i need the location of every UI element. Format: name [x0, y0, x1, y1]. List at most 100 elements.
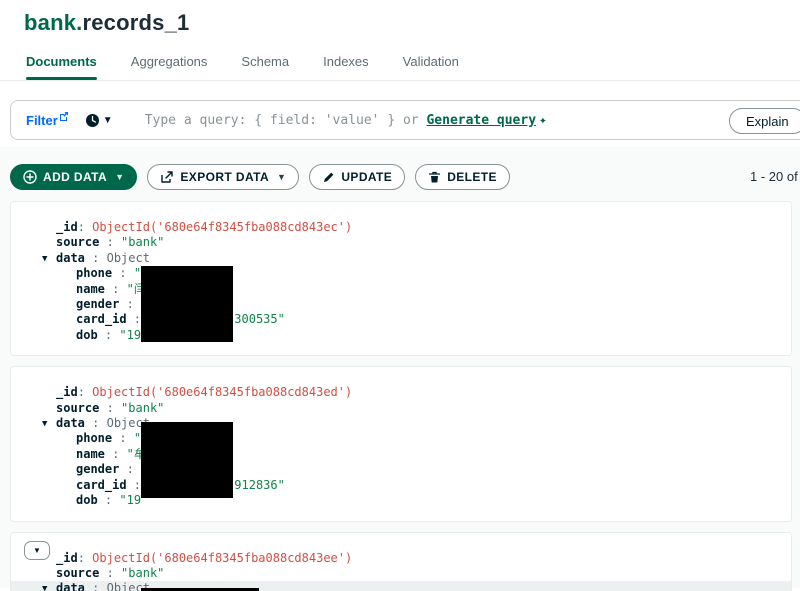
expand-document-button[interactable]: ▼ — [24, 540, 50, 560]
document-field-row[interactable]: ▼ data : Object — [11, 416, 791, 431]
namespace-db: bank. — [24, 10, 83, 35]
document-field-row[interactable]: gender : — [11, 462, 791, 477]
field-value: ObjectId('680e64f8345fba088cd843ec') — [92, 220, 353, 234]
field-key: data — [56, 250, 85, 265]
field-value: ObjectId('680e64f8345fba088cd843ee') — [92, 550, 353, 565]
document-field-row[interactable]: name : "闫 — [11, 282, 791, 297]
query-bar-section: Filter ▼ Type a query: { field: 'value' … — [0, 81, 800, 147]
tab-label: Aggregations — [130, 54, 208, 69]
tab-aggregations[interactable]: Aggregations — [129, 54, 210, 80]
results-count: 1 - 20 of — [750, 169, 798, 184]
document-field-row[interactable]: card_id : 300535" — [11, 312, 791, 327]
field-value: "bank" — [121, 235, 165, 250]
export-icon — [161, 171, 174, 183]
field-separator: : — [97, 327, 120, 342]
field-value: 300535" — [234, 312, 285, 327]
document-field-row[interactable]: card_id : 912836" — [11, 478, 791, 493]
tab-label: Schema — [241, 54, 290, 69]
update-label: UPDATE — [341, 170, 393, 184]
filter-link[interactable]: Filter — [26, 111, 69, 128]
document-field-row[interactable]: dob : "19 — [11, 328, 791, 343]
chevron-down-icon: ▼ — [277, 172, 287, 182]
tab-validation[interactable]: Validation — [401, 54, 461, 80]
field-separator: : — [77, 220, 93, 234]
field-key: name — [76, 446, 105, 461]
field-key: source — [56, 565, 100, 580]
document-field-row[interactable]: ▼ data : Object — [11, 581, 791, 591]
field-key: card_id — [76, 477, 127, 492]
document-field-row[interactable]: _id: ObjectId('680e64f8345fba088cd843ec'… — [11, 220, 791, 235]
field-separator: : — [104, 281, 127, 296]
plus-circle-icon — [23, 170, 37, 184]
field-value: 912836" — [234, 477, 285, 492]
pencil-icon — [324, 172, 334, 182]
tab-label: Indexes — [323, 54, 369, 69]
field-separator: : — [99, 400, 122, 415]
document-field-row[interactable]: _id: ObjectId('680e64f8345fba088cd843ee'… — [11, 551, 791, 566]
external-link-icon — [59, 111, 68, 121]
update-button[interactable]: UPDATE — [309, 164, 406, 190]
field-key: gender — [76, 462, 120, 477]
sparkle-icon: ✦ — [539, 112, 547, 128]
field-value: " — [133, 266, 142, 281]
redaction-box — [141, 587, 259, 591]
document-list: _id: ObjectId('680e64f8345fba088cd843ec'… — [10, 201, 792, 591]
collapse-caret-icon[interactable]: ▼ — [42, 252, 47, 267]
explain-button[interactable]: Explain — [729, 108, 800, 134]
field-separator: : — [119, 297, 134, 312]
document-field-row[interactable]: phone : " — [11, 431, 791, 446]
query-input[interactable]: Type a query: { field: 'value' } or Gene… — [145, 113, 547, 128]
export-data-label: EXPORT DATA — [180, 170, 270, 184]
field-key: gender — [76, 297, 120, 312]
field-separator: : — [104, 446, 127, 461]
add-data-button[interactable]: ADD DATA ▼ — [10, 164, 138, 190]
field-key: phone — [76, 431, 113, 446]
field-separator: : — [99, 565, 122, 580]
field-separator: : — [77, 385, 93, 400]
namespace-collection: records_1 — [82, 10, 190, 35]
field-key: name — [76, 281, 105, 296]
field-value: "bank" — [121, 565, 165, 580]
document-field-row[interactable]: phone : " — [11, 266, 791, 281]
document-field-row[interactable]: _id: ObjectId('680e64f8345fba088cd843ed'… — [11, 385, 791, 400]
field-separator: : — [119, 462, 134, 477]
chevron-down-icon: ▼ — [102, 114, 113, 126]
collapse-caret-icon[interactable]: ▼ — [42, 417, 47, 432]
field-separator: : — [84, 250, 107, 265]
redaction-box — [141, 266, 233, 342]
document-field-row[interactable]: gender : — [11, 297, 791, 312]
collection-header: bank.records_1 — [0, 0, 800, 36]
generate-query-link[interactable]: Generate query — [426, 113, 536, 128]
document-field-row[interactable]: source : "bank" — [11, 566, 791, 581]
tab-documents[interactable]: Documents — [24, 54, 99, 80]
document-field-row[interactable]: source : "bank" — [11, 401, 791, 416]
document-card: _id: ObjectId('680e64f8345fba088cd843ec'… — [10, 201, 792, 357]
tab-label: Documents — [26, 54, 97, 69]
tab-label: Validation — [402, 54, 459, 69]
field-separator: : — [112, 266, 134, 281]
document-field-row[interactable]: dob : "19 — [11, 493, 791, 508]
field-key: phone — [76, 266, 113, 281]
field-key: data — [56, 416, 85, 431]
document-field-row[interactable]: ▼ data : Object — [11, 251, 791, 266]
add-data-label: ADD DATA — [43, 170, 108, 184]
field-value: Object — [106, 250, 150, 265]
active-tab-underline — [26, 77, 97, 80]
field-separator: : — [112, 431, 134, 446]
document-card: _id: ObjectId('680e64f8345fba088cd843ed'… — [10, 366, 792, 522]
tab-schema[interactable]: Schema — [239, 54, 291, 80]
delete-button[interactable]: DELETE — [415, 164, 510, 190]
document-field-row[interactable]: source : "bank" — [11, 235, 791, 250]
delete-label: DELETE — [447, 170, 497, 184]
document-card: ▼ _id: ObjectId('680e64f8345fba088cd843ee… — [10, 531, 792, 591]
document-field-row[interactable]: name : "牟 — [11, 447, 791, 462]
collapse-caret-icon[interactable]: ▼ — [42, 582, 47, 591]
field-separator: : — [97, 493, 120, 508]
query-history-button[interactable]: ▼ — [85, 113, 113, 128]
tab-indexes[interactable]: Indexes — [321, 54, 371, 80]
field-value: "19 — [119, 327, 142, 342]
field-key: source — [56, 400, 100, 415]
field-key: card_id — [76, 312, 127, 327]
export-data-button[interactable]: EXPORT DATA ▼ — [147, 164, 300, 190]
chevron-down-icon: ▼ — [115, 172, 125, 182]
